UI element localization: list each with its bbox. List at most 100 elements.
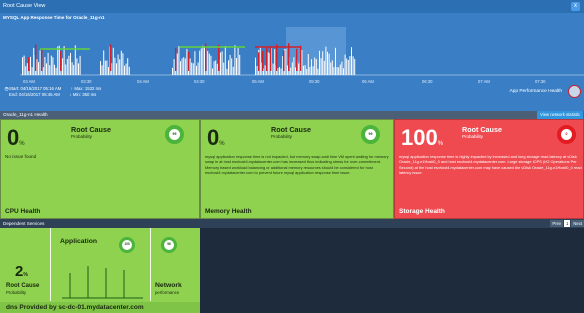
- pagination: Prev 1 Next: [550, 220, 584, 227]
- time-label: 06:30: [422, 79, 433, 84]
- response-bar: [309, 66, 311, 75]
- dependent-service-card[interactable]: 2% Root Cause Probability Application 10…: [0, 228, 200, 313]
- response-bar: [192, 63, 194, 75]
- cpu-message: No issue found: [5, 154, 37, 159]
- response-bar: [213, 61, 215, 75]
- response-bar: [338, 67, 340, 75]
- memory-health-title: Memory Health: [205, 208, 252, 215]
- response-bar: [347, 59, 349, 75]
- response-bar: [26, 63, 28, 75]
- response-bar: [127, 58, 129, 75]
- response-bar: [199, 50, 201, 75]
- response-bar: [104, 60, 106, 75]
- response-bar: [44, 57, 46, 75]
- memory-health-card[interactable]: 0% Root Cause Probability 99 mysql appli…: [200, 119, 394, 219]
- response-bar: [181, 58, 183, 75]
- response-bar: [36, 59, 38, 75]
- response-bar: [120, 50, 122, 75]
- critical-bar: [175, 48, 177, 71]
- cpu-root-cause-label: Root Cause: [71, 125, 111, 134]
- response-bar: [101, 65, 103, 75]
- critical-bar: [300, 45, 302, 71]
- response-bar: [298, 63, 300, 75]
- response-bar: [277, 68, 279, 75]
- response-bar: [339, 64, 341, 75]
- response-bar: [311, 59, 312, 75]
- response-bar: [207, 51, 209, 75]
- response-bar: [124, 65, 125, 75]
- response-bar: [71, 62, 73, 75]
- response-bar: [62, 58, 63, 75]
- storage-health-card[interactable]: 100% Root Cause Probability 0 mysql appl…: [394, 119, 584, 219]
- response-bar: [191, 62, 193, 75]
- memory-root-cause-percent: 0%: [207, 125, 225, 150]
- response-bar: [122, 53, 124, 75]
- response-bar: [255, 57, 256, 75]
- response-time-chart-panel: MYSQL App Response Time for Oracle_11g-n…: [0, 13, 584, 111]
- response-bar: [76, 58, 78, 75]
- response-bar: [236, 58, 237, 75]
- storage-message: mysql application response time is highl…: [399, 154, 582, 175]
- network-score-donut: 96: [161, 237, 177, 253]
- response-bar: [173, 59, 175, 75]
- host-health-bar: Oracle_11g-n1 Health View network statis…: [0, 111, 584, 119]
- response-bar: [285, 48, 287, 75]
- cpu-health-title: CPU Health: [5, 208, 41, 215]
- response-bar: [231, 58, 233, 75]
- response-bar: [178, 46, 180, 75]
- response-bar: [327, 51, 328, 75]
- response-bar: [125, 63, 127, 75]
- response-bar: [25, 66, 27, 75]
- view-network-statistic-button[interactable]: View network statistic: [537, 111, 583, 119]
- host-title: Oracle_11g-n1 Health: [3, 112, 48, 117]
- response-bar: [290, 67, 292, 75]
- response-bar: [224, 46, 226, 75]
- response-bar: [239, 54, 241, 75]
- critical-bar: [296, 48, 298, 71]
- response-bar: [100, 61, 101, 75]
- response-bar: [117, 54, 119, 75]
- response-bar: [22, 57, 23, 75]
- storage-root-cause-percent: 100%: [401, 125, 444, 150]
- critical-bar: [266, 47, 268, 71]
- response-bar: [287, 65, 288, 75]
- cpu-health-card[interactable]: 0% Root Cause Probability 99 No issue fo…: [0, 119, 200, 219]
- response-bar: [52, 57, 54, 75]
- response-bar: [312, 66, 314, 75]
- memory-probability-label: Probability: [271, 134, 293, 139]
- response-bar: [194, 51, 196, 75]
- response-bar: [112, 47, 114, 75]
- response-bar: [215, 60, 217, 75]
- response-bar: [237, 48, 239, 75]
- response-bar: [23, 55, 25, 75]
- critical-bar: [270, 46, 272, 71]
- critical-bar: [35, 44, 37, 71]
- response-bar: [70, 52, 71, 75]
- response-bar: [343, 68, 344, 75]
- response-bar: [330, 62, 332, 75]
- response-bar: [58, 45, 60, 75]
- next-button[interactable]: Next: [571, 220, 584, 227]
- response-bar: [103, 50, 105, 75]
- response-bar: [328, 53, 330, 75]
- response-bar: [106, 60, 108, 75]
- page-1-button[interactable]: 1: [564, 220, 571, 227]
- response-bar: [346, 58, 348, 75]
- response-bar: [180, 61, 181, 75]
- close-icon[interactable]: x: [571, 2, 580, 11]
- response-bar: [291, 62, 293, 75]
- response-bar: [55, 67, 57, 75]
- response-bar: [317, 68, 319, 75]
- response-bar: [200, 48, 202, 75]
- prev-button[interactable]: Prev: [550, 220, 564, 227]
- cpu-score-donut: 99: [165, 125, 184, 144]
- critical-bar: [218, 44, 220, 71]
- response-bar: [323, 60, 325, 75]
- divider: [50, 228, 51, 301]
- response-bar: [204, 46, 205, 75]
- app-performance-health-indicator[interactable]: [568, 85, 581, 98]
- critical-bar: [41, 48, 43, 71]
- response-bar: [264, 65, 266, 75]
- response-bar: [232, 66, 234, 75]
- response-bar: [352, 56, 354, 75]
